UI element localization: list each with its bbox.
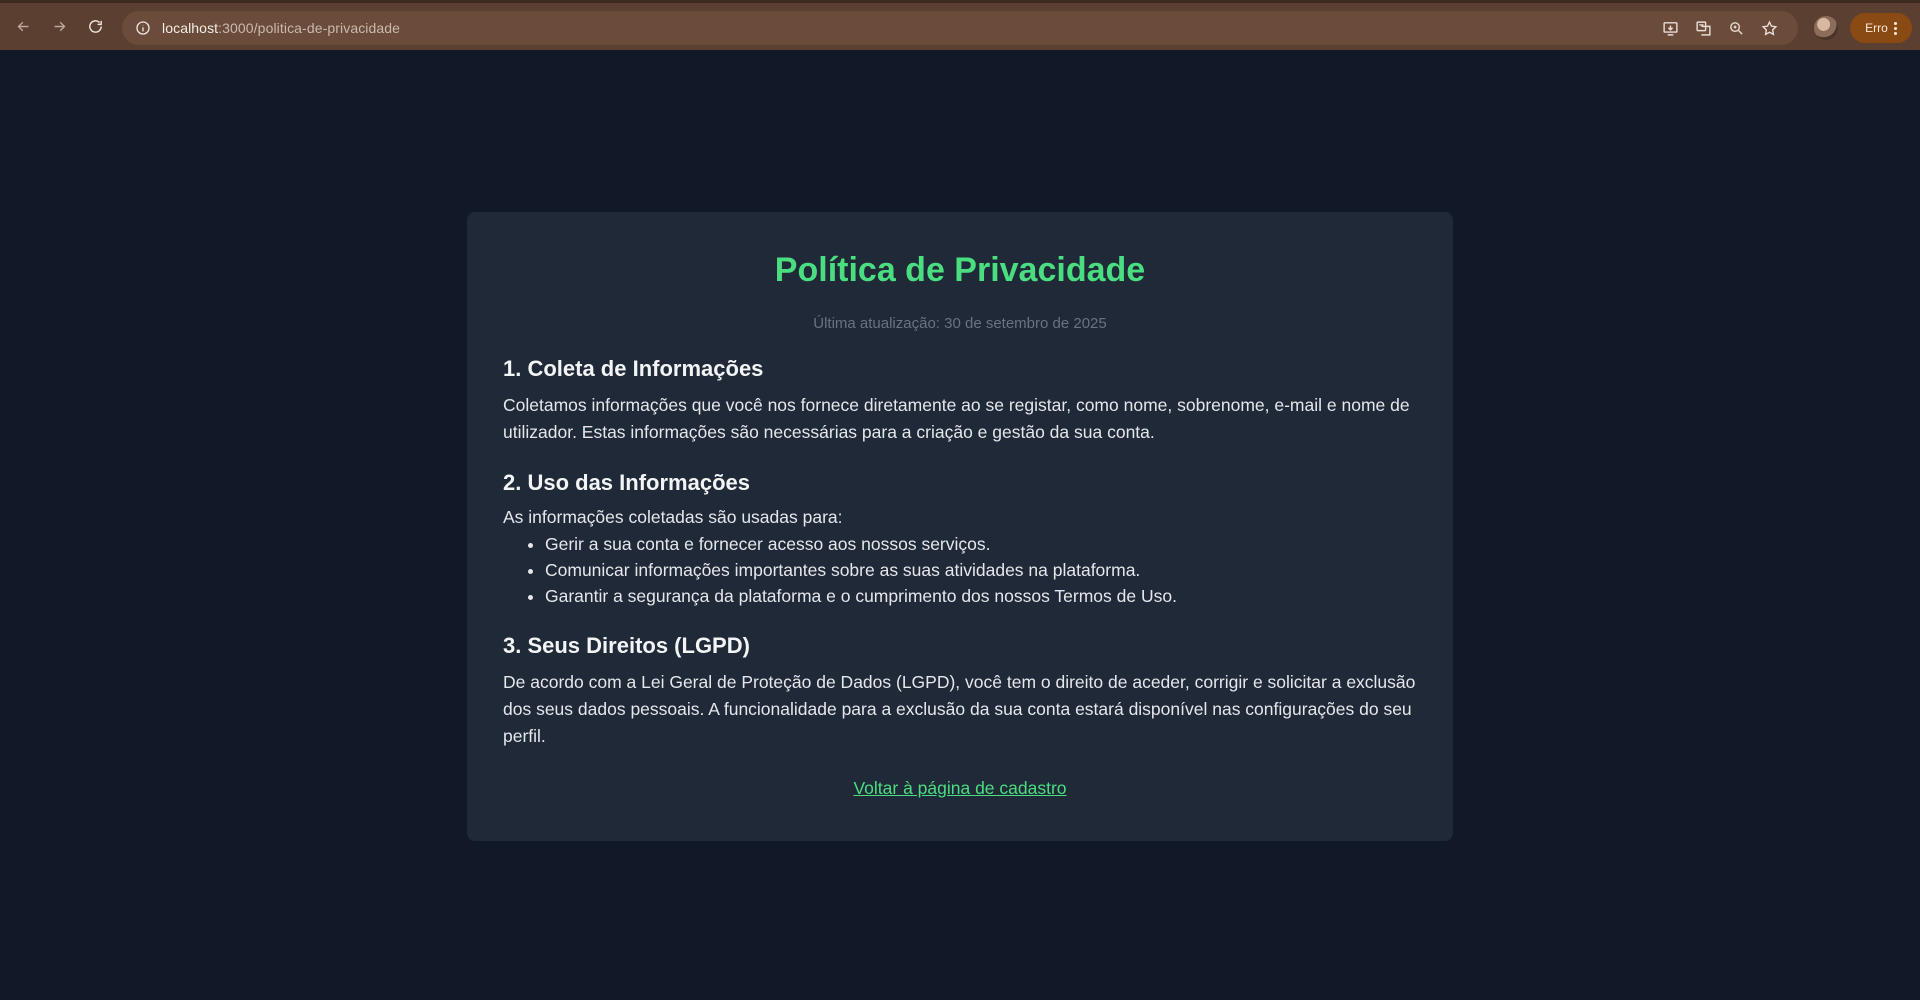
forward-arrow-icon[interactable] — [44, 12, 74, 42]
site-info-icon[interactable] — [126, 11, 160, 45]
back-to-signup-link[interactable]: Voltar à página de cadastro — [503, 776, 1417, 800]
url-host: localhost — [162, 20, 219, 36]
error-badge-button[interactable]: Erro — [1850, 13, 1912, 43]
profile-avatar[interactable] — [1814, 16, 1838, 40]
privacy-card: Política de Privacidade Última atualizaç… — [467, 212, 1453, 841]
section-heading: 3. Seus Direitos (LGPD) — [503, 633, 750, 658]
list-item: Gerir a sua conta e fornecer acesso aos … — [545, 531, 1417, 557]
translate-icon[interactable] — [1692, 17, 1714, 39]
zoom-icon[interactable] — [1725, 17, 1747, 39]
section-heading: 1. Coleta de Informações — [503, 356, 764, 381]
error-label: Erro — [1865, 21, 1888, 35]
bookmark-star-icon[interactable] — [1758, 17, 1780, 39]
menu-dots-icon — [1893, 21, 1897, 35]
last-updated-text: Última atualização: 30 de setembro de 20… — [813, 315, 1107, 332]
url-path: :3000/politica-de-privacidade — [218, 20, 401, 36]
list-item: Garantir a segurança da plataforma e o c… — [545, 583, 1417, 609]
page-title: Política de Privacidade — [774, 251, 1146, 289]
section-text: De acordo com a Lei Geral de Proteção de… — [503, 672, 1416, 746]
list-item: Comunicar informações importantes sobre … — [545, 557, 1417, 583]
address-bar[interactable]: localhost:3000/politica-de-privacidade — [122, 11, 1798, 45]
section-heading: 2. Uso das Informações — [503, 470, 750, 495]
url-text[interactable]: localhost:3000/politica-de-privacidade — [162, 20, 400, 36]
back-arrow-icon[interactable] — [8, 12, 38, 42]
browser-toolbar: localhost:3000/politica-de-privacidade E… — [0, 0, 1920, 50]
section-text: As informações coletadas são usadas para… — [503, 507, 843, 527]
install-app-icon[interactable] — [1659, 17, 1681, 39]
section-text: Coletamos informações que você nos forne… — [503, 395, 1410, 442]
usage-list: Gerir a sua conta e fornecer acesso aos … — [503, 531, 1417, 609]
reload-icon[interactable] — [80, 12, 110, 42]
